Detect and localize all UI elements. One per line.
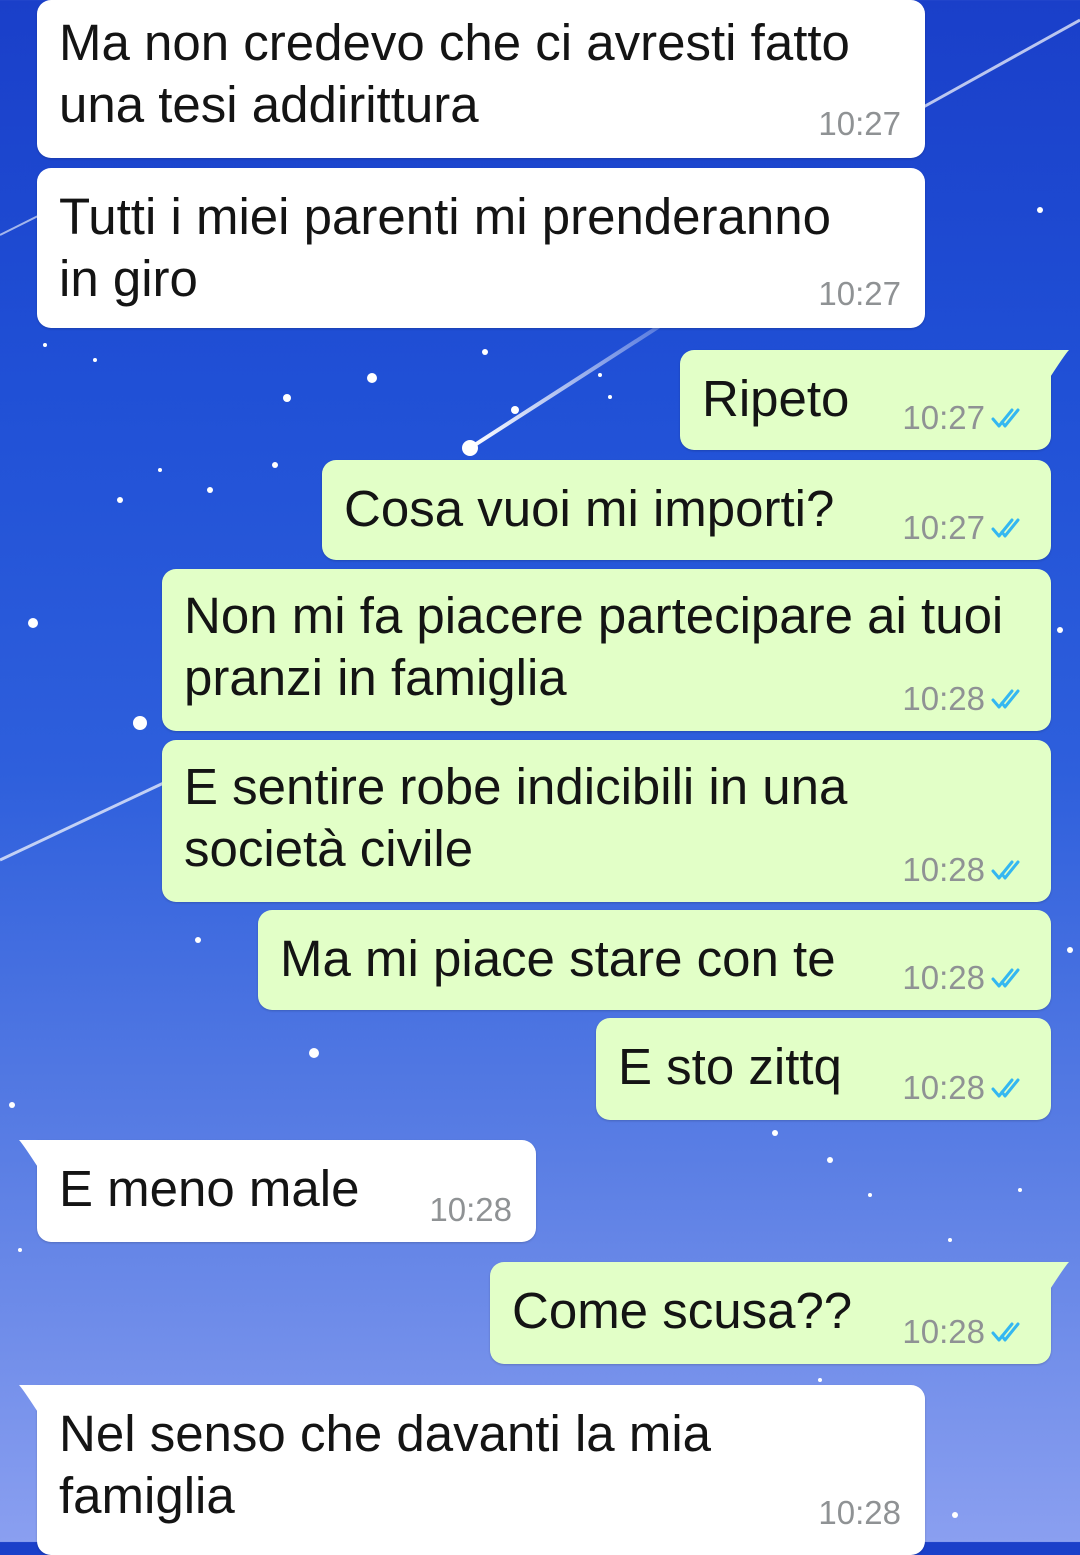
message-text: Ma mi piace stare con te: [280, 930, 836, 987]
double-check-read-icon: [991, 689, 1020, 709]
bubble-tail: [1029, 350, 1069, 382]
message-timestamp: 10:28: [818, 1494, 901, 1531]
outgoing-message-bubble[interactable]: Ripeto 10:27: [680, 350, 1069, 450]
message-text: Ma non credevo che ci avresti fatto una …: [59, 14, 850, 133]
message-text: E sto zittq: [618, 1038, 842, 1095]
message-text: Nel senso che davanti la mia famiglia: [59, 1405, 712, 1524]
double-check-read-icon: [991, 518, 1020, 538]
message-meta: 10:27: [818, 106, 901, 142]
bubble-tail: [19, 1385, 59, 1417]
message-meta: 10:28: [902, 1314, 1029, 1350]
outgoing-message-bubble[interactable]: Come scusa?? 10:28: [490, 1262, 1069, 1364]
message-timestamp: 10:27: [902, 399, 985, 436]
message-timestamp: 10:28: [902, 1069, 985, 1106]
double-check-read-icon: [991, 1322, 1020, 1342]
incoming-message-bubble[interactable]: E meno male 10:28: [19, 1140, 536, 1242]
message-meta: 10:28: [818, 1495, 901, 1531]
message-meta: 10:27: [902, 510, 1029, 546]
message-timestamp: 10:28: [429, 1191, 512, 1228]
message-timestamp: 10:28: [902, 1313, 985, 1350]
message-text: Non mi fa piacere partecipare ai tuoi pr…: [184, 587, 1004, 706]
message-meta: 10:28: [902, 960, 1029, 996]
incoming-message-bubble[interactable]: Tutti i miei parenti mi prenderanno in g…: [37, 168, 925, 328]
incoming-message-bubble[interactable]: Ma non credevo che ci avresti fatto una …: [37, 0, 925, 158]
message-meta: 10:27: [818, 276, 901, 312]
message-text: Come scusa??: [512, 1282, 853, 1339]
outgoing-message-bubble[interactable]: Cosa vuoi mi importi? 10:27: [322, 460, 1051, 560]
bubble-tail: [19, 1140, 59, 1172]
message-timestamp: 10:27: [902, 509, 985, 546]
message-meta: 10:28: [902, 852, 1029, 888]
message-meta: 10:27: [902, 400, 1029, 436]
incoming-message-bubble[interactable]: Nel senso che davanti la mia famiglia 10:…: [19, 1385, 925, 1555]
message-meta: 10:28: [429, 1192, 512, 1228]
chat-message-list[interactable]: Ma non credevo che ci avresti fatto una …: [0, 0, 1080, 1555]
message-text: Cosa vuoi mi importi?: [344, 480, 835, 537]
double-check-read-icon: [991, 968, 1020, 988]
outgoing-message-bubble[interactable]: Non mi fa piacere partecipare ai tuoi pr…: [162, 569, 1051, 731]
double-check-read-icon: [991, 1078, 1020, 1098]
message-text: Ripeto: [702, 370, 850, 427]
message-text: Tutti i miei parenti mi prenderanno in g…: [59, 188, 831, 307]
message-timestamp: 10:27: [818, 275, 901, 312]
double-check-read-icon: [991, 860, 1020, 880]
outgoing-message-bubble[interactable]: E sentire robe indicibili in una società…: [162, 740, 1051, 902]
outgoing-message-bubble[interactable]: Ma mi piace stare con te 10:28: [258, 910, 1051, 1010]
outgoing-message-bubble[interactable]: E sto zittq 10:28: [596, 1018, 1051, 1120]
message-meta: 10:28: [902, 1070, 1029, 1106]
message-text: E sentire robe indicibili in una società…: [184, 758, 848, 877]
message-timestamp: 10:28: [902, 959, 985, 996]
bubble-tail: [1029, 1262, 1069, 1294]
message-timestamp: 10:27: [818, 105, 901, 142]
double-check-read-icon: [991, 408, 1020, 428]
message-timestamp: 10:28: [902, 851, 985, 888]
message-timestamp: 10:28: [902, 680, 985, 717]
message-meta: 10:28: [902, 681, 1029, 717]
message-text: E meno male: [59, 1160, 360, 1217]
